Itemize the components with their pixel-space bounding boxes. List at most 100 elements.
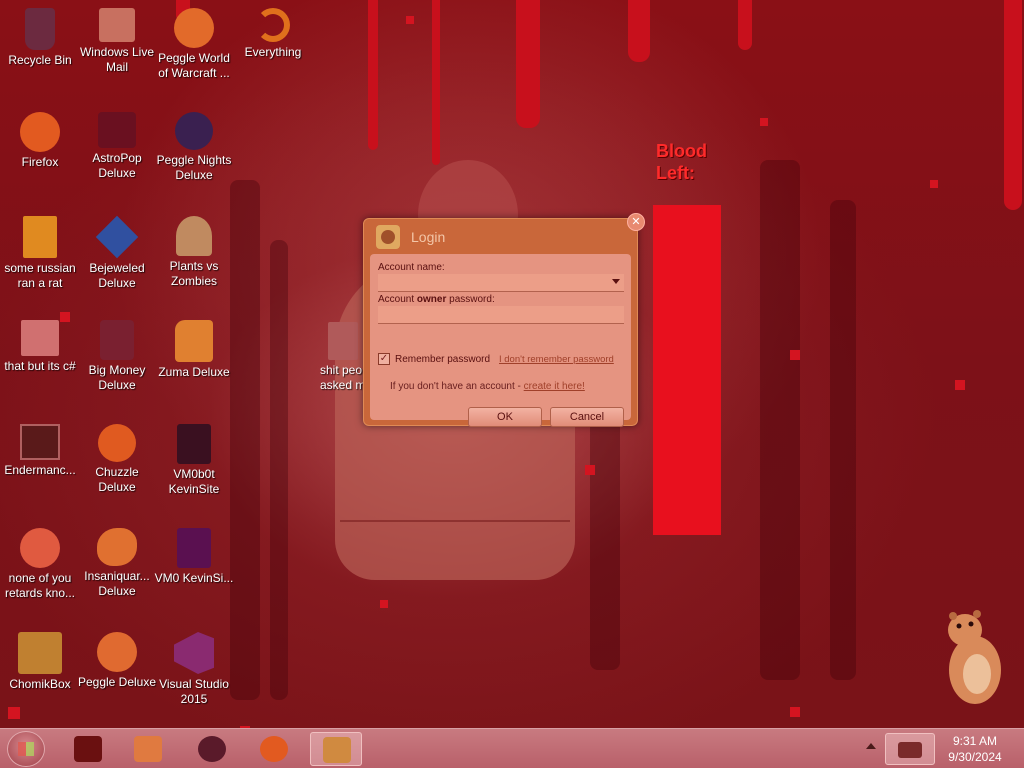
blood-meter-title-line1: Blood: [656, 141, 707, 161]
globe-icon: [198, 736, 226, 762]
desktop-icon-that-but-csharp[interactable]: that but its c#: [0, 320, 80, 374]
dialog-titlebar[interactable]: Login: [364, 219, 637, 253]
desktop-icon-label: Plants vs Zombies: [169, 259, 219, 288]
dialog-title: Login: [411, 229, 446, 245]
create-account-link[interactable]: create it here!: [524, 381, 585, 392]
password-label: Account owner password:: [378, 294, 495, 305]
desktop-icon-recycle-bin[interactable]: Recycle Bin: [0, 8, 80, 68]
desktop-icon-vm0b0t[interactable]: VM0b0t KevinSite: [154, 424, 234, 497]
chomikbox-icon: [323, 737, 351, 763]
desktop: Recycle Bin Windows Live Mail Peggle Wor…: [0, 0, 1024, 728]
desktop-icon-label: VM0b0t KevinSite: [168, 467, 220, 496]
ok-button[interactable]: OK: [468, 407, 542, 427]
blood-speck: [760, 118, 768, 126]
blood-speck: [930, 180, 938, 188]
taskbar-item-globe[interactable]: [186, 732, 238, 766]
desktop-icon-russian-rat[interactable]: some russian ran a rat: [0, 216, 80, 291]
bejeweled-icon: [95, 215, 139, 259]
close-icon[interactable]: ✕: [627, 213, 645, 231]
blood-drip: [368, 0, 378, 150]
desktop-icon-peggle-deluxe[interactable]: Peggle Deluxe: [77, 632, 157, 690]
chomikbox-icon: [18, 632, 62, 674]
desktop-icon-chuzzle[interactable]: Chuzzle Deluxe: [77, 424, 157, 495]
hamster-mascot-icon: [948, 610, 1001, 704]
astropop-icon: [98, 112, 136, 148]
background-tree: [230, 180, 260, 700]
desktop-icon-windows-live-mail[interactable]: Windows Live Mail: [77, 8, 157, 75]
desktop-icon-label: none of you retards kno...: [4, 571, 76, 600]
password-label-post: password:: [446, 294, 495, 305]
desktop-icon-astropop[interactable]: AstroPop Deluxe: [77, 112, 157, 181]
forgot-password-link[interactable]: I don't remember password: [499, 354, 614, 365]
firefox-icon: [260, 736, 288, 762]
desktop-icon-firefox[interactable]: Firefox: [0, 112, 80, 170]
desktop-icon-visual-studio[interactable]: Visual Studio 2015: [154, 632, 234, 707]
folder-icon: [328, 322, 358, 360]
background-tree: [760, 160, 800, 680]
start-button[interactable]: [7, 731, 45, 767]
pvz-icon: [176, 216, 212, 256]
desktop-icon-label: that but its c#: [4, 359, 76, 373]
blood-drip: [516, 0, 540, 128]
chrome-icon: [20, 528, 60, 568]
desktop-icon-label: Endermanc...: [4, 463, 76, 477]
desktop-icon-label: Bejeweled Deluxe: [89, 261, 145, 290]
blood-speck: [406, 16, 414, 24]
desktop-icon-label: Peggle Deluxe: [77, 675, 157, 689]
blood-meter-bar: [653, 205, 721, 535]
password-label-pre: Account: [378, 294, 417, 305]
account-name-combobox[interactable]: [378, 274, 624, 292]
blood-meter-title-line2: Left:: [656, 163, 695, 183]
background-tree: [830, 200, 856, 680]
desktop-icon-chomikbox[interactable]: ChomikBox: [0, 632, 80, 692]
vm-icon: [177, 528, 211, 568]
desktop-icon-label: Peggle World of Warcraft ...: [158, 51, 230, 80]
blood-meter-title: Blood Left:: [656, 140, 707, 184]
desktop-icon-big-money[interactable]: Big Money Deluxe: [77, 320, 157, 393]
vm-icon: [177, 424, 211, 464]
desktop-icon-label: Firefox: [21, 155, 59, 169]
password-field[interactable]: [378, 306, 624, 324]
desktop-icon-bejeweled[interactable]: Bejeweled Deluxe: [77, 215, 157, 291]
desktop-icon-peggle-wow[interactable]: Peggle World of Warcraft ...: [154, 8, 234, 81]
desktop-icon-peggle-nights[interactable]: Peggle Nights Deluxe: [154, 112, 234, 183]
taskbar-item-cube[interactable]: [62, 732, 114, 766]
mail-icon: [99, 8, 135, 42]
login-dialog: Login ✕ Account name: Account owner pass…: [363, 213, 645, 427]
clock[interactable]: 9:31 AM 9/30/2024: [940, 733, 1010, 765]
desktop-icon-everything[interactable]: Everything: [233, 8, 313, 60]
recycle-bin-icon: [25, 8, 55, 50]
desktop-icon-label: Peggle Nights Deluxe: [156, 153, 232, 182]
chevron-down-icon[interactable]: [612, 279, 620, 284]
no-account-prefix: If you don't have an account -: [390, 381, 524, 392]
taskbar-item-chomikbox[interactable]: [310, 732, 362, 766]
password-label-bold: owner: [416, 294, 447, 305]
desktop-icon-none-of-you[interactable]: none of you retards kno...: [0, 528, 80, 601]
everything-icon: [256, 8, 290, 42]
peggle-wow-icon: [174, 8, 214, 48]
blood-drip: [432, 0, 440, 165]
chomikbox-logo-icon: [376, 225, 400, 249]
desktop-icon-label: Everything: [244, 45, 302, 59]
desktop-icon-plants-vs-zombies[interactable]: Plants vs Zombies: [154, 216, 234, 289]
blood-speck: [8, 707, 20, 719]
desktop-icon-label: Chuzzle Deluxe: [95, 465, 139, 494]
blood-speck: [955, 380, 965, 390]
taskbar-item-media-player[interactable]: [122, 732, 174, 766]
folder-icon: [21, 320, 59, 356]
desktop-icon-enderman[interactable]: Endermanc...: [0, 424, 80, 478]
blood-speck: [790, 350, 800, 360]
dialog-body: Account name: Account owner password: ✓ …: [370, 254, 631, 427]
media-player-icon: [134, 736, 162, 762]
desktop-icon-label: Zuma Deluxe: [158, 365, 230, 379]
remember-password-checkbox[interactable]: ✓: [378, 353, 390, 365]
taskbar-item-firefox[interactable]: [248, 732, 300, 766]
desktop-icon-insaniquarium[interactable]: Insaniquar... Deluxe: [77, 528, 157, 599]
desktop-icon-label: AstroPop Deluxe: [92, 151, 142, 180]
show-hidden-icons-button[interactable]: [866, 743, 876, 749]
tray-camera-icon[interactable]: [885, 733, 935, 765]
cancel-button[interactable]: Cancel: [550, 407, 624, 427]
desktop-icon-vm0[interactable]: VM0 KevinSi...: [154, 528, 234, 586]
insaniquarium-icon: [97, 528, 137, 566]
desktop-icon-zuma[interactable]: Zuma Deluxe: [154, 320, 234, 380]
